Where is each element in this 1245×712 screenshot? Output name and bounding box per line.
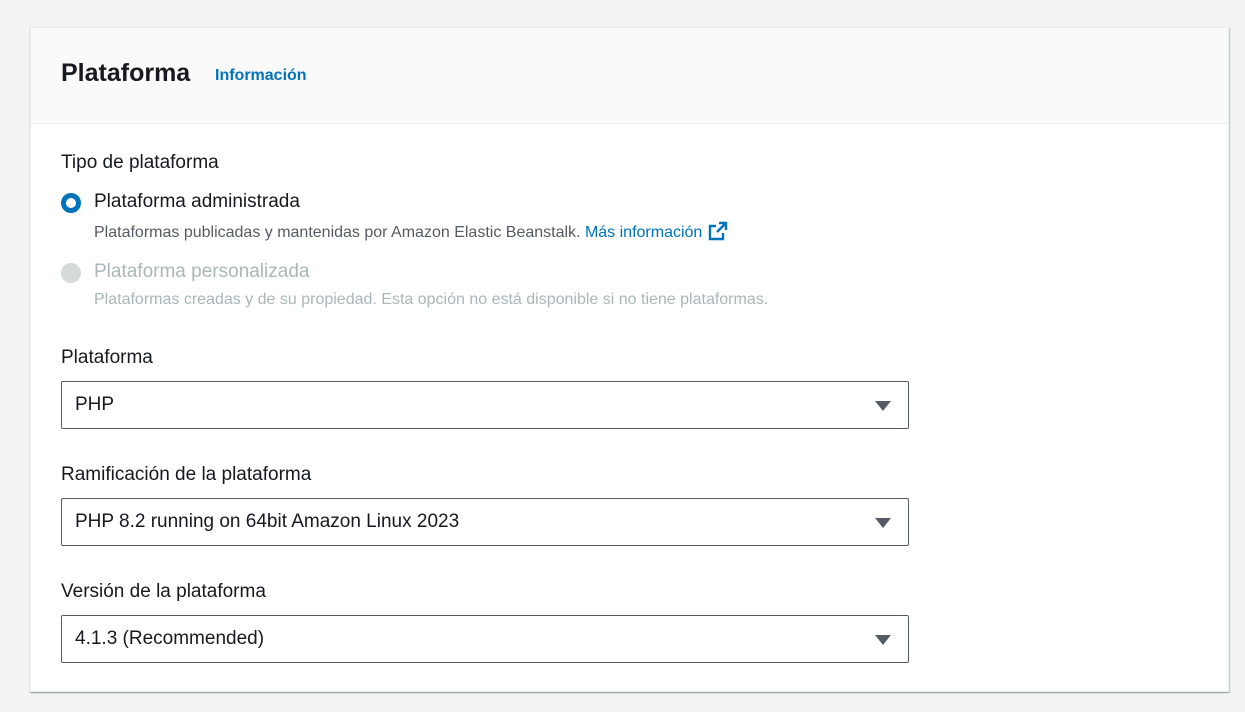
panel-title: Plataforma	[61, 59, 191, 87]
custom-platform-label: Plataforma personalizada	[94, 261, 310, 282]
platform-version-label: Versión de la plataforma	[61, 581, 266, 602]
custom-platform-description: Plataformas creadas y de su propiedad. E…	[94, 291, 769, 308]
managed-platform-description: Plataformas publicadas y mantenidas por …	[94, 221, 728, 243]
custom-platform-radio	[61, 263, 81, 283]
platform-label: Plataforma	[61, 347, 153, 368]
platform-branch-select[interactable]: PHP 8.2 running on 64bit Amazon Linux 20…	[61, 498, 909, 546]
platform-type-label: Tipo de plataforma	[61, 152, 219, 173]
caret-down-icon	[875, 635, 891, 645]
info-link[interactable]: Información	[215, 66, 307, 86]
platform-branch-label: Ramificación de la plataforma	[61, 464, 312, 485]
panel-header: Plataforma Información	[31, 28, 1228, 124]
platform-branch-select-value: PHP 8.2 running on 64bit Amazon Linux 20…	[75, 511, 460, 532]
platform-select-value: PHP	[75, 394, 115, 415]
caret-down-icon	[875, 518, 891, 528]
platform-version-select[interactable]: 4.1.3 (Recommended)	[61, 615, 909, 663]
managed-platform-label[interactable]: Plataforma administrada	[94, 190, 300, 214]
managed-platform-description-text: Plataformas publicadas y mantenidas por …	[94, 224, 581, 241]
caret-down-icon	[875, 401, 891, 411]
platform-version-select-value: 4.1.3 (Recommended)	[75, 628, 265, 649]
more-info-link[interactable]: Más información	[585, 221, 728, 241]
more-info-link-label[interactable]: Más información	[585, 224, 702, 241]
external-link-icon[interactable]	[708, 221, 728, 241]
platform-panel: Plataforma Información Tipo de plataform…	[30, 27, 1229, 692]
managed-platform-radio[interactable]	[61, 193, 81, 213]
platform-select[interactable]: PHP	[61, 381, 909, 429]
